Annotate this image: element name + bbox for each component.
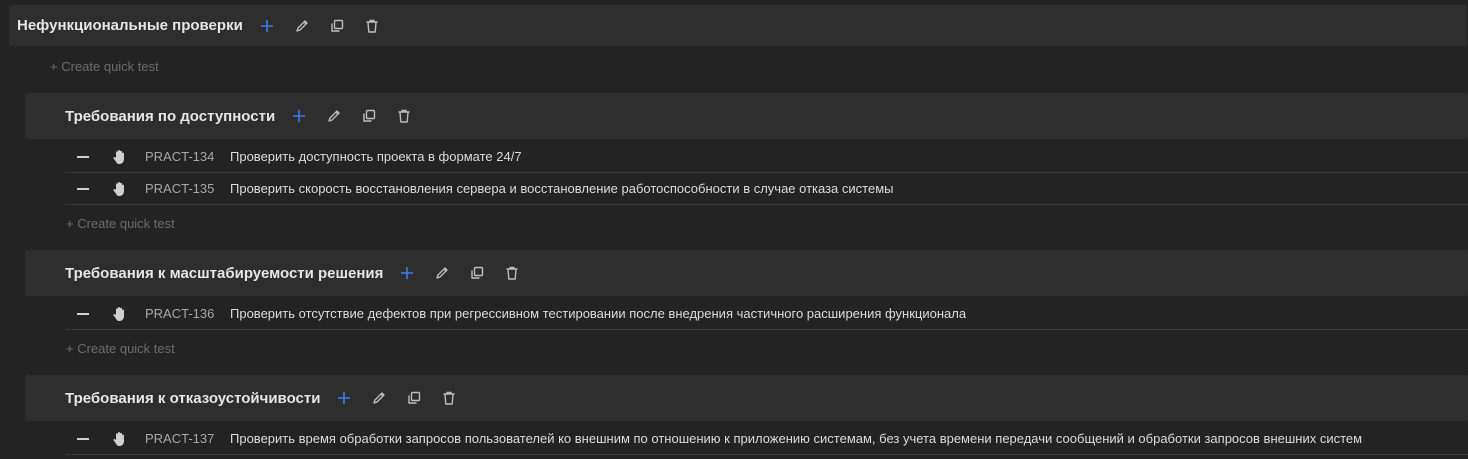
suite-header: Требования к масштабируемости решения [25, 250, 1468, 296]
trash-icon[interactable] [502, 263, 522, 283]
suite-header-root: Нефункциональные проверки [9, 5, 1467, 46]
test-case-row[interactable]: PRACT-137 Проверить время обработки запр… [65, 423, 1468, 455]
pencil-icon[interactable] [292, 16, 312, 36]
create-quick-test-link[interactable]: + Create quick test [50, 59, 159, 74]
suite-header: Требования по доступности [25, 93, 1468, 139]
test-case-row[interactable]: PRACT-135 Проверить скорость восстановле… [65, 173, 1468, 205]
trash-icon[interactable] [362, 16, 382, 36]
copy-icon[interactable] [404, 388, 424, 408]
test-case-title[interactable]: Проверить отсутствие дефектов при регрес… [230, 306, 966, 321]
suite-title: Требования к масштабируемости решения [65, 264, 384, 282]
test-case-id[interactable]: PRACT-136 [145, 306, 230, 321]
suite-title: Нефункциональные проверки [17, 17, 243, 34]
test-case-id[interactable]: PRACT-137 [145, 431, 230, 446]
suite-title: Требования по доступности [65, 107, 276, 125]
trash-icon[interactable] [439, 388, 459, 408]
test-case-title[interactable]: Проверить скорость восстановления сервер… [230, 181, 893, 196]
test-case-title[interactable]: Проверить доступность проекта в формате … [230, 149, 522, 164]
minus-icon[interactable] [77, 437, 89, 440]
suite-header: Требования к отказоустойчивости [25, 375, 1468, 421]
minus-icon[interactable] [77, 187, 89, 190]
copy-icon[interactable] [467, 263, 487, 283]
minus-icon[interactable] [77, 312, 89, 315]
trash-icon[interactable] [394, 106, 414, 126]
hand-icon [111, 149, 127, 165]
plus-icon[interactable] [334, 388, 354, 408]
copy-icon[interactable] [359, 106, 379, 126]
plus-icon[interactable] [257, 16, 277, 36]
hand-icon [111, 181, 127, 197]
hand-icon [111, 431, 127, 447]
pencil-icon[interactable] [432, 263, 452, 283]
test-case-id[interactable]: PRACT-134 [145, 149, 230, 164]
create-quick-test-link[interactable]: + Create quick test [66, 341, 175, 356]
suite-title: Требования к отказоустойчивости [65, 389, 321, 407]
test-case-id[interactable]: PRACT-135 [145, 181, 230, 196]
plus-icon[interactable] [289, 106, 309, 126]
pencil-icon[interactable] [324, 106, 344, 126]
plus-icon[interactable] [397, 263, 417, 283]
test-case-row[interactable]: PRACT-134 Проверить доступность проекта … [65, 141, 1468, 173]
suite-actions [397, 263, 537, 283]
pencil-icon[interactable] [369, 388, 389, 408]
test-case-row[interactable]: PRACT-136 Проверить отсутствие дефектов … [65, 298, 1468, 330]
copy-icon[interactable] [327, 16, 347, 36]
suite-actions [334, 388, 474, 408]
minus-icon[interactable] [77, 155, 89, 158]
test-case-title[interactable]: Проверить время обработки запросов польз… [230, 431, 1362, 446]
hand-icon [111, 306, 127, 322]
suite-actions [257, 16, 397, 36]
create-quick-test-link[interactable]: + Create quick test [66, 216, 175, 231]
suite-actions [289, 106, 429, 126]
